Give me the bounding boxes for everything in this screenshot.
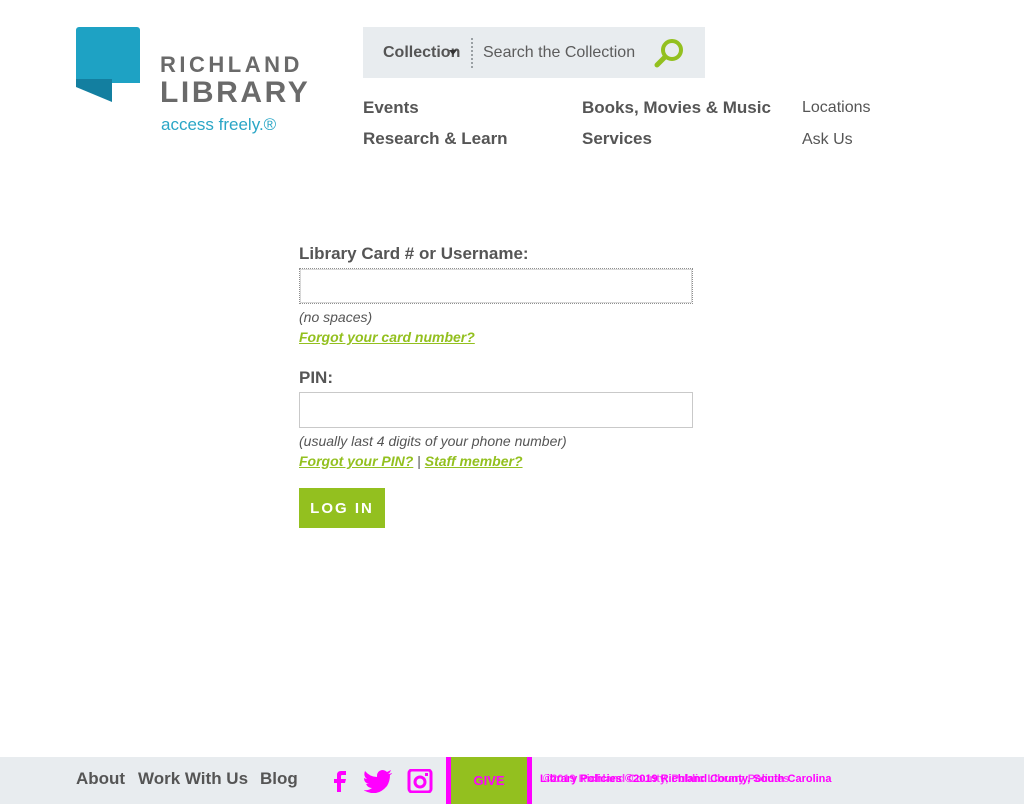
search-icon[interactable] bbox=[653, 37, 687, 69]
link-separator: | bbox=[417, 453, 421, 469]
login-form: Library Card # or Username: (no spaces) … bbox=[299, 244, 699, 528]
logo-name-bottom: LIBRARY bbox=[160, 76, 311, 109]
username-hint: (no spaces) bbox=[299, 309, 373, 325]
footer-work-with-us-link[interactable]: Work With Us bbox=[138, 769, 248, 789]
pin-label: PIN: bbox=[299, 368, 333, 387]
pin-hint: (usually last 4 digits of your phone num… bbox=[299, 433, 567, 449]
logo-tagline: access freely.® bbox=[161, 115, 277, 134]
forgot-card-link[interactable]: Forgot your card number? bbox=[299, 329, 475, 345]
logo-name-top: RICHLAND bbox=[160, 52, 303, 77]
nav-research-learn[interactable]: Research & Learn bbox=[363, 129, 508, 149]
footer-bar: About Work With Us Blog GIVE Library Pol… bbox=[0, 757, 1024, 804]
login-button[interactable]: LOG IN bbox=[299, 488, 385, 528]
footer-blog-link[interactable]: Blog bbox=[260, 769, 298, 789]
search-input[interactable] bbox=[483, 39, 653, 67]
twitter-icon[interactable] bbox=[364, 769, 394, 793]
facebook-icon[interactable] bbox=[326, 769, 352, 793]
nav-locations[interactable]: Locations bbox=[802, 99, 871, 117]
nav-ask-us[interactable]: Ask Us bbox=[802, 131, 853, 149]
nav-events[interactable]: Events bbox=[363, 98, 419, 118]
give-button[interactable]: GIVE bbox=[446, 757, 532, 804]
staff-member-link[interactable]: Staff member? bbox=[425, 453, 523, 469]
forgot-pin-link[interactable]: Forgot your PIN? bbox=[299, 453, 413, 469]
footer-about-link[interactable]: About bbox=[76, 769, 125, 789]
username-field[interactable] bbox=[299, 268, 693, 304]
site-logo[interactable]: RICHLAND LIBRARY access freely.® bbox=[76, 27, 326, 133]
search-divider bbox=[471, 38, 473, 68]
instagram-icon[interactable] bbox=[407, 769, 433, 793]
pin-field[interactable] bbox=[299, 392, 693, 428]
username-label: Library Card # or Username: bbox=[299, 244, 529, 263]
search-bar: Collection bbox=[363, 27, 705, 78]
nav-services[interactable]: Services bbox=[582, 129, 652, 149]
logo-book-icon bbox=[76, 27, 140, 102]
caret-down-icon[interactable] bbox=[449, 50, 457, 55]
nav-books-movies-music[interactable]: Books, Movies & Music bbox=[582, 98, 771, 118]
footer-legal-text-overlap: ©2019 Richland County, Public Library Po… bbox=[543, 773, 790, 785]
